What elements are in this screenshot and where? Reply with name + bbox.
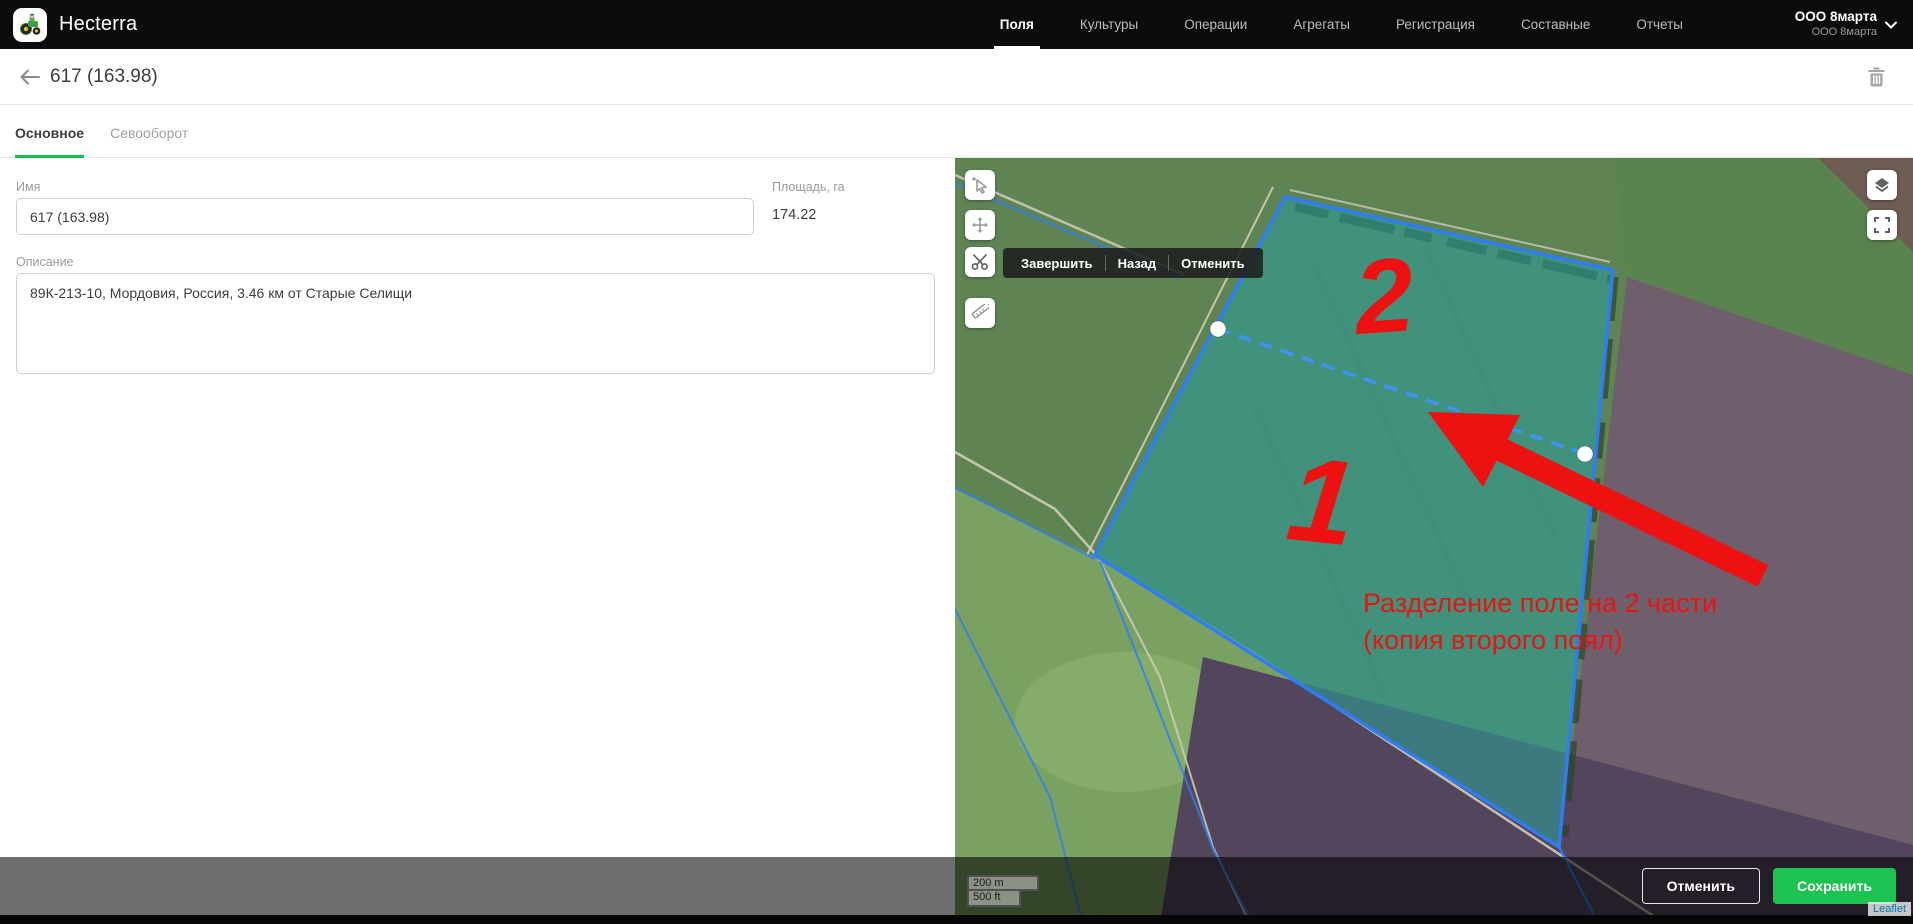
cursor-select-icon [971, 176, 989, 194]
tab-crop-rotation[interactable]: Севооборот [110, 125, 188, 158]
annotation-note-line2: (копия второго поял) [1363, 625, 1623, 655]
nav-item-composite[interactable]: Составные [1521, 0, 1590, 49]
nav-item-crops[interactable]: Культуры [1080, 0, 1138, 49]
area-value: 174.22 [772, 207, 816, 223]
tool-ruler-button[interactable] [965, 298, 995, 328]
footer-action-bar: Отменить Сохранить [0, 857, 1913, 915]
field-form-panel: Имя Площадь, га 174.22 Описание 89К-213-… [0, 158, 955, 924]
cancel-cut-button[interactable]: Отменить [1169, 256, 1257, 271]
brand: Hecterra [0, 8, 137, 42]
org-subname: ООО 8марта [1812, 26, 1877, 40]
org-name: ООО 8марта [1795, 9, 1877, 26]
top-navigation: Поля Культуры Операции Агрегаты Регистра… [1000, 0, 1683, 49]
undo-point-button[interactable]: Назад [1106, 256, 1169, 271]
save-button[interactable]: Сохранить [1773, 868, 1896, 904]
annotation-part-2: 2 [1349, 236, 1417, 357]
page-title: 617 (163.98) [50, 66, 158, 88]
chevron-down-icon [1885, 21, 1897, 29]
arrow-left-icon [20, 69, 40, 85]
finish-cut-button[interactable]: Завершить [1009, 256, 1105, 271]
hecterra-app: Hecterra Поля Культуры Операции Агрегаты… [0, 0, 1913, 924]
back-button[interactable] [14, 61, 46, 93]
scissors-icon [971, 253, 989, 271]
scale-imperial: 500 ft [967, 891, 1021, 907]
tool-cut-button[interactable] [965, 247, 995, 277]
bottom-strip [0, 915, 1913, 924]
name-label: Имя [16, 180, 40, 194]
layers-button[interactable] [1867, 170, 1897, 200]
tractor-icon [13, 8, 47, 42]
area-label: Площадь, га [772, 180, 845, 194]
nav-item-implements[interactable]: Агрегаты [1293, 0, 1350, 49]
tool-select-button[interactable] [965, 170, 995, 200]
nav-item-operations[interactable]: Операции [1184, 0, 1247, 49]
annotation-note-line1: Разделение поле на 2 части [1363, 588, 1717, 618]
nav-item-fields[interactable]: Поля [1000, 0, 1034, 49]
tab-main[interactable]: Основное [15, 125, 84, 158]
delete-button[interactable] [1861, 62, 1891, 92]
split-handle-left[interactable] [1210, 321, 1226, 337]
description-input[interactable]: 89К-213-10, Мордовия, Россия, 3.46 км от… [16, 273, 935, 374]
name-input[interactable] [16, 198, 754, 235]
fullscreen-button[interactable] [1867, 210, 1897, 240]
tab-bar: Основное Севооборот [0, 106, 1913, 158]
ruler-icon [971, 304, 989, 322]
leaflet-attribution[interactable]: Leaflet [1868, 902, 1911, 916]
tool-move-button[interactable] [965, 210, 995, 240]
org-switcher[interactable]: ООО 8марта ООО 8марта [1795, 0, 1897, 49]
cancel-button[interactable]: Отменить [1642, 868, 1760, 904]
move-icon [971, 216, 989, 234]
fullscreen-icon [1874, 217, 1890, 233]
edit-toolbar: Завершить Назад Отменить [1003, 248, 1263, 278]
trash-icon [1868, 67, 1885, 87]
topbar: Hecterra Поля Культуры Операции Агрегаты… [0, 0, 1913, 49]
brand-name: Hecterra [59, 13, 137, 36]
split-handle-right[interactable] [1577, 446, 1593, 462]
nav-item-registration[interactable]: Регистрация [1396, 0, 1475, 49]
description-label: Описание [16, 255, 74, 269]
page-header: 617 (163.98) [0, 49, 1913, 105]
layers-icon [1873, 176, 1891, 194]
scale-control: 200 m 500 ft [967, 875, 1039, 907]
annotation-part-1: 1 [1282, 431, 1362, 571]
nav-item-reports[interactable]: Отчеты [1636, 0, 1683, 49]
scale-metric: 200 m [967, 875, 1039, 891]
map[interactable]: 2 1 Разделение поле на 2 части (копия вт… [955, 157, 1913, 924]
